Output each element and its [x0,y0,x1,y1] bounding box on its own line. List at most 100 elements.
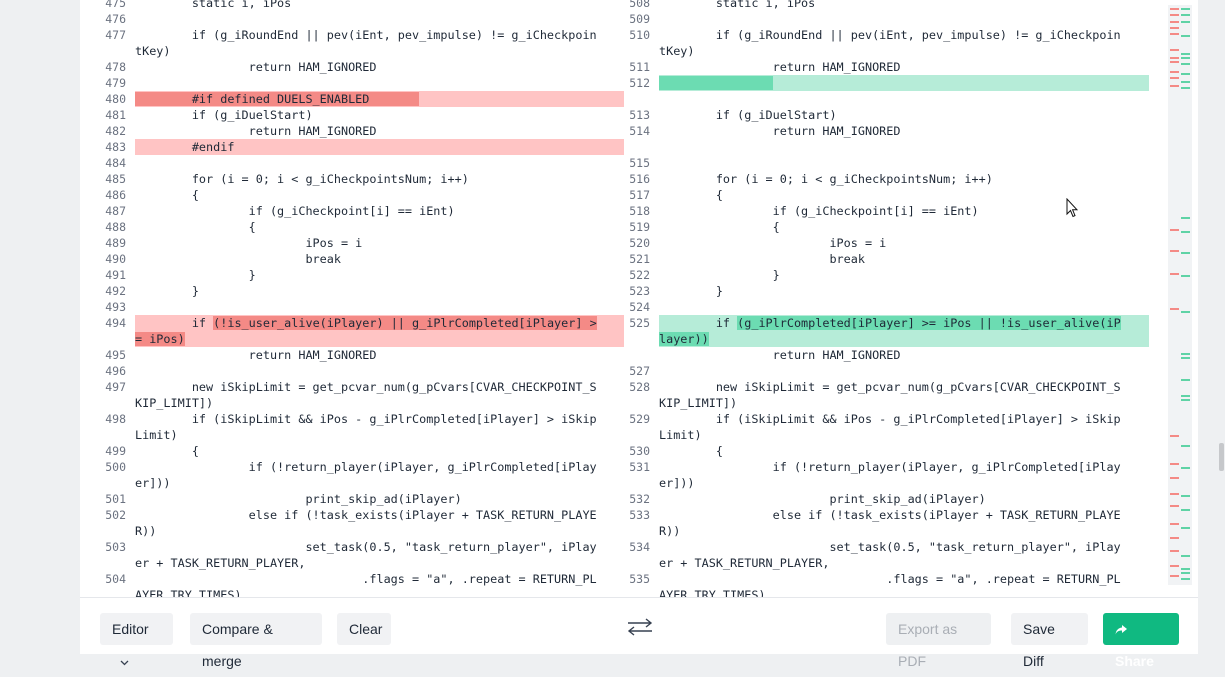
code-line: Limit) [135,428,178,442]
minimap-added-mark [1181,217,1190,219]
diff-line: return HAM_IGNORED [659,347,1149,363]
diff-line: 533 else if (!task_exists(iPlayer + TASK… [629,507,1149,523]
minimap-removed-mark [1170,308,1179,310]
minimap-added-mark [1181,379,1190,381]
code-line: } [135,268,256,282]
code-line: for (i = 0; i < g_iCheckpointsNum; i++) [659,172,993,186]
line-number: 480 [105,92,126,106]
page-scrollbar-thumb[interactable] [1219,443,1224,471]
code-line: if (g_iCheckpoint[i] == iEnt) [135,204,455,218]
code-line: iPos = i [135,236,363,250]
minimap-removed-mark [1170,537,1179,539]
original-text-column: 475 static i, iPos 476 477 if (g_iRoundEnd… [80,0,624,597]
diff-line: KIP_LIMIT]) [659,395,1149,411]
clear-button[interactable]: Clear [337,613,391,645]
minimap-removed-mark [1170,85,1179,87]
minimap-removed-mark [1170,550,1179,552]
minimap-removed-mark [1170,575,1179,577]
line-number: 513 [629,108,650,122]
code-line: else if (!task_exists(iPlayer + TASK_RET… [135,508,597,522]
line-number: 535 [629,572,650,586]
diff-line: tKey) [659,43,1149,59]
line-number: 498 [105,412,126,426]
diff-line: 528 new iSkipLimit = get_pcvar_num(g_pCv… [629,379,1149,395]
line-number: 523 [629,284,650,298]
changed-segment: (!is_user_alive(iPlayer) || g_iPlrComple… [213,316,597,330]
clear-label: Clear [349,621,383,637]
line-number: 494 [105,316,126,330]
minimap-added-mark [1181,572,1190,574]
minimap-added-mark [1181,35,1190,37]
minimap-removed-mark [1170,14,1179,16]
line-number: 485 [105,172,126,186]
diff-line: 530 { [629,443,1149,459]
minimap-removed-mark [1170,77,1179,79]
diff-line: 525 if (g_iPlrCompleted[iPlayer] >= iPos… [629,315,1149,331]
line-number: 519 [629,220,650,234]
diff-line: 527 [629,363,1149,379]
line-number: 522 [629,268,650,282]
changed-segment: layer)) [659,332,709,346]
minimap-added-mark [1181,399,1190,401]
save-diff-button[interactable]: Save Diff [1011,613,1088,669]
minimap-removed-mark [1170,435,1179,437]
diff-line: 511 return HAM_IGNORED [629,59,1149,75]
diff-line: er])) [80,475,624,491]
minimap-added-mark [1181,495,1190,497]
swap-arrows-icon[interactable] [625,616,655,638]
line-number: 504 [105,572,126,586]
code-line: return HAM_IGNORED [659,60,901,74]
line-number: 500 [105,460,126,474]
diff-line: 501 print_skip_ad(iPlayer) [80,491,624,507]
minimap-added-mark [1181,63,1190,65]
code-line: if (!is_user_alive(iPlayer) || g_iPlrCom… [135,315,624,331]
line-number: 496 [105,364,126,378]
code-line: iPos = i [659,236,887,250]
diff-line: 489 iPos = i [80,235,624,251]
diff-line: 531 if (!return_player(iPlayer, g_iPlrCo… [629,459,1149,475]
line-number: 509 [629,12,650,26]
line-number: 521 [629,252,650,266]
minimap-removed-mark [1170,250,1179,252]
minimap-added-mark [1181,467,1190,469]
minimap-added-mark [1181,14,1190,16]
diff-line: 493 [80,299,624,315]
line-number: 503 [105,540,126,554]
code-line: { [135,220,256,234]
editor-dropdown[interactable]: Editor [100,613,173,666]
compare-merge-label: Compare & merge [202,621,273,669]
line-number: 517 [629,188,650,202]
minimap-added-mark [1181,509,1190,511]
line-number: 502 [105,508,126,522]
diff-line: 534 set_task(0.5, "task_return_player", … [629,539,1149,555]
diff-line: Limit) [80,427,624,443]
diff-line: R)) [659,523,1149,539]
diff-minimap[interactable] [1168,5,1192,585]
diff-line: 521 break [629,251,1149,267]
line-number: 493 [105,300,126,314]
diff-line: 490 break [80,251,624,267]
code-line: R)) [659,524,681,538]
code-line: AYER_TRY_TIMES) [135,588,242,597]
code-line: return HAM_IGNORED [135,124,377,138]
code-line: { [659,444,723,458]
minimap-removed-mark [1170,505,1179,507]
code-line: R)) [135,524,157,538]
diff-line: 494 if (!is_user_alive(iPlayer) || g_iPl… [80,315,624,331]
diff-line: 485 for (i = 0; i < g_iCheckpointsNum; i… [80,171,624,187]
minimap-removed-mark [1170,477,1179,479]
minimap-removed-mark [1170,21,1179,23]
line-number: 510 [629,28,650,42]
diff-line: 478 return HAM_IGNORED [80,59,624,75]
diff-line: 484 [80,155,624,171]
share-button[interactable]: Share [1103,613,1179,669]
diff-line [659,139,1149,155]
line-number: 508 [629,0,650,10]
code-line: tKey) [659,44,695,58]
compare-merge-button[interactable]: Compare & merge [190,613,322,669]
line-number: 512 [629,76,650,90]
diff-line: 482 return HAM_IGNORED [80,123,624,139]
diff-line: Limit) [659,427,1149,443]
minimap-added-mark [1181,73,1190,75]
export-pdf-button[interactable]: Export as PDF [886,613,991,669]
